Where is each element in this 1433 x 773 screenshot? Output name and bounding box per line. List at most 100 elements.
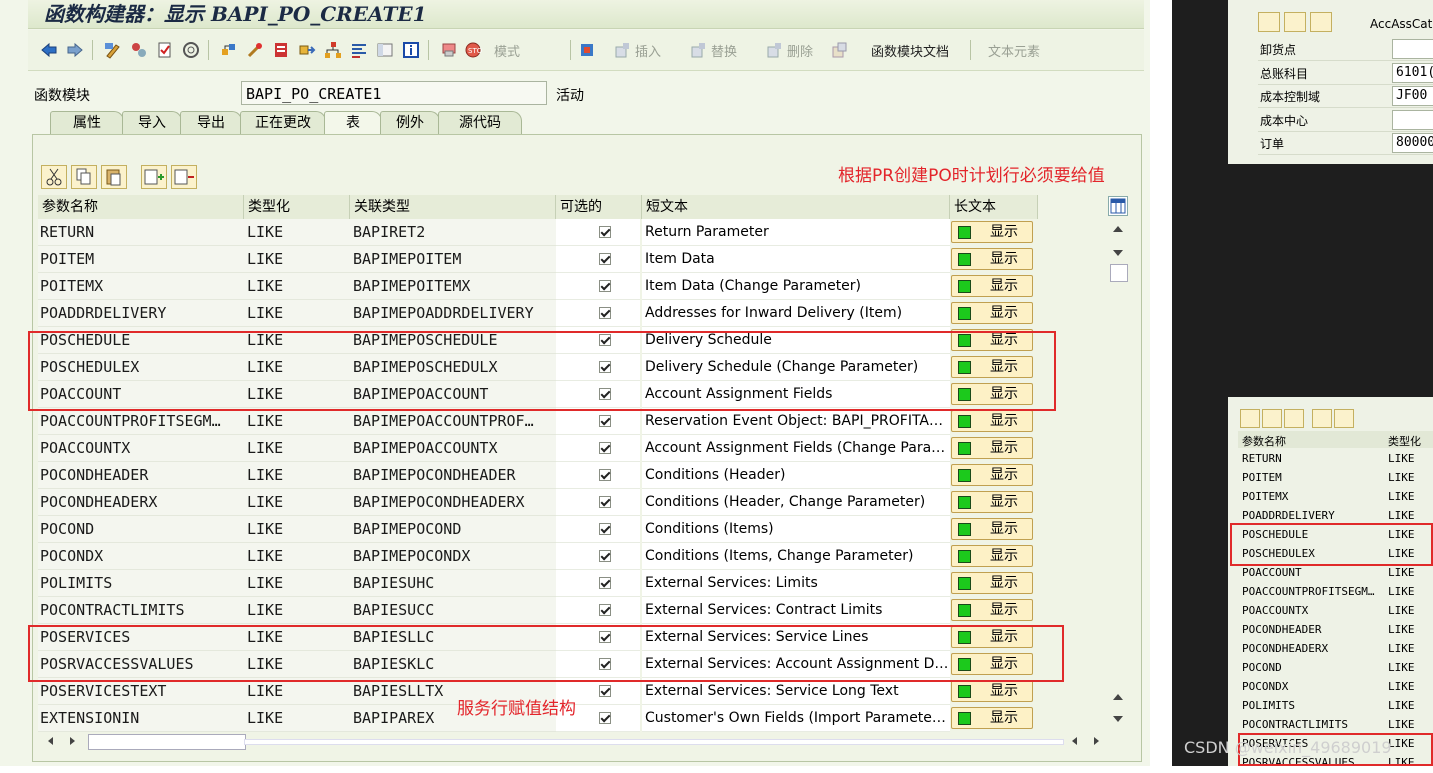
mini-param-typing[interactable]: LIKE <box>1388 566 1415 579</box>
optional-checkbox[interactable] <box>599 226 611 238</box>
optional-checkbox[interactable] <box>599 496 611 508</box>
mini-param-typing[interactable]: LIKE <box>1388 661 1415 674</box>
h-scroll-thumb[interactable] <box>88 734 246 750</box>
mini-copy-icon[interactable] <box>1262 409 1282 428</box>
mini-paste-icon[interactable] <box>1284 409 1304 428</box>
param-name[interactable]: POCONTRACTLIMITS <box>38 597 244 624</box>
param-typing[interactable]: LIKE <box>244 219 350 246</box>
param-short-text[interactable]: External Services: Contract Limits <box>642 597 950 624</box>
mini-param-name[interactable]: POITEM <box>1242 471 1282 484</box>
delete-button[interactable]: 删除 <box>754 39 824 61</box>
optional-checkbox[interactable] <box>599 577 611 589</box>
header-long-text[interactable]: 长文本 <box>950 195 1038 219</box>
param-typing[interactable]: LIKE <box>244 246 350 273</box>
scroll-down-icon[interactable] <box>1113 250 1123 256</box>
tab-tables[interactable]: 表 <box>324 111 382 135</box>
mini-param-typing[interactable]: LIKE <box>1388 452 1415 465</box>
param-name[interactable]: POCONDHEADER <box>38 462 244 489</box>
mini-table-row[interactable]: RETURN LIKE <box>1238 450 1433 469</box>
tab-attributes[interactable]: 属性 <box>50 111 124 134</box>
mini-param-name[interactable]: POLIMITS <box>1242 699 1295 712</box>
replace-button[interactable]: 替换 <box>678 39 748 61</box>
param-ref-type[interactable]: BAPIMEPOCONDX <box>350 543 556 570</box>
param-name[interactable]: POACCOUNTX <box>38 435 244 462</box>
param-short-text[interactable]: Conditions (Header, Change Parameter) <box>642 489 950 516</box>
check-icon[interactable] <box>154 39 176 61</box>
tree-icon[interactable] <box>1310 12 1332 32</box>
mini-param-typing[interactable]: LIKE <box>1388 699 1415 712</box>
optional-checkbox[interactable] <box>599 469 611 481</box>
param-short-text[interactable]: Conditions (Header) <box>642 462 950 489</box>
optional-checkbox[interactable] <box>599 280 611 292</box>
param-ref-type[interactable]: BAPIMEPOITEMX <box>350 273 556 300</box>
scroll-up-bottom-icon[interactable] <box>1113 694 1123 700</box>
activate-icon[interactable] <box>128 39 150 61</box>
table-row[interactable]: POLIMITS LIKE BAPIESUHC External Services: … <box>38 570 1038 597</box>
show-long-text-button[interactable]: 显示 <box>951 248 1033 270</box>
mini-table-row[interactable]: POLIMITS LIKE <box>1238 697 1433 716</box>
param-short-text[interactable]: Addresses for Inward Delivery (Item) <box>642 300 950 327</box>
param-typing[interactable]: LIKE <box>244 678 350 705</box>
param-name[interactable]: RETURN <box>38 219 244 246</box>
param-short-text[interactable]: Conditions (Items) <box>642 516 950 543</box>
vertical-scrollbar[interactable] <box>1108 196 1128 735</box>
optional-checkbox[interactable] <box>599 604 611 616</box>
mini-param-typing[interactable]: LIKE <box>1388 585 1415 598</box>
navigation-icon[interactable] <box>296 39 318 61</box>
mini-param-typing[interactable]: LIKE <box>1388 509 1415 522</box>
param-ref-type[interactable]: BAPIMEPOACCOUNTPROF… <box>350 408 556 435</box>
delete-row-icon[interactable] <box>171 165 197 189</box>
show-long-text-button[interactable]: 显示 <box>951 572 1033 594</box>
show-long-text-button[interactable]: 显示 <box>951 680 1033 702</box>
header-ref-type[interactable]: 关联类型 <box>350 195 556 219</box>
table-row[interactable]: POCONTRACTLIMITS LIKE BAPIESUCC External Se… <box>38 597 1038 624</box>
tab-source-code[interactable]: 源代码 <box>438 111 522 134</box>
param-typing[interactable]: LIKE <box>244 273 350 300</box>
param-short-text[interactable]: Account Assignment Fields (Change Parame… <box>642 435 950 462</box>
cut-icon[interactable] <box>41 165 67 189</box>
function-module-field[interactable]: BAPI_PO_CREATE1 <box>241 81 547 105</box>
param-typing[interactable]: LIKE <box>244 435 350 462</box>
breakpoint-icon[interactable]: STO <box>462 39 484 61</box>
table-row[interactable]: POACCOUNTPROFITSEGM… LIKE BAPIMEPOACCOUNTP… <box>38 408 1038 435</box>
mini-param-name[interactable]: POCONDHEADERX <box>1242 642 1328 655</box>
table-row[interactable]: POCOND LIKE BAPIMEPOCOND Conditions (Items)… <box>38 516 1038 543</box>
show-long-text-button[interactable]: 显示 <box>951 599 1033 621</box>
mini-param-typing[interactable]: LIKE <box>1388 490 1415 503</box>
show-long-text-button[interactable]: 显示 <box>951 545 1033 567</box>
mini-table-row[interactable]: POITEM LIKE <box>1238 469 1433 488</box>
back-icon[interactable] <box>38 39 60 61</box>
param-short-text[interactable]: Return Parameter <box>642 219 950 246</box>
mini-param-name[interactable]: POCONDHEADER <box>1242 623 1321 636</box>
account-field-input[interactable]: 6101( <box>1392 62 1433 83</box>
optional-checkbox[interactable] <box>599 685 611 697</box>
optional-checkbox[interactable] <box>599 523 611 535</box>
show-long-text-button[interactable]: 显示 <box>951 464 1033 486</box>
table-row[interactable]: POADDRDELIVERY LIKE BAPIMEPOADDRDELIVERY Ad… <box>38 300 1038 327</box>
tab-exceptions[interactable]: 例外 <box>380 111 440 134</box>
param-ref-type[interactable]: BAPIMEPOADDRDELIVERY <box>350 300 556 327</box>
pretty-printer-icon[interactable] <box>348 39 370 61</box>
account-field-input[interactable]: 80000 <box>1392 133 1433 153</box>
show-long-text-button[interactable]: 显示 <box>951 410 1033 432</box>
table-row[interactable]: RETURN LIKE BAPIRET2 Return Parameter 显示 <box>38 219 1038 246</box>
table-row[interactable]: POACCOUNTX LIKE BAPIMEPOACCOUNTX Account As… <box>38 435 1038 462</box>
param-typing[interactable]: LIKE <box>244 408 350 435</box>
mini-table-row[interactable]: POCOND LIKE <box>1238 659 1433 678</box>
tab-export[interactable]: 导出 <box>180 111 242 134</box>
mini-table-row[interactable]: POCONDX LIKE <box>1238 678 1433 697</box>
column-config-icon[interactable] <box>1108 196 1128 216</box>
mini-table-row[interactable]: POCONDHEADERX LIKE <box>1238 640 1433 659</box>
show-long-text-button[interactable]: 显示 <box>951 437 1033 459</box>
mini-param-name[interactable]: POITEMX <box>1242 490 1288 503</box>
param-short-text[interactable]: Conditions (Items, Change Parameter) <box>642 543 950 570</box>
param-short-text[interactable]: Customer's Own Fields (Import Parameters… <box>642 705 950 732</box>
mini-param-name[interactable]: POCONDX <box>1242 680 1288 693</box>
param-name[interactable]: POADDRDELIVERY <box>38 300 244 327</box>
mini-param-name[interactable]: POCOND <box>1242 661 1282 674</box>
param-name[interactable]: POACCOUNTPROFITSEGM… <box>38 408 244 435</box>
edit-icon[interactable] <box>1284 12 1306 32</box>
param-ref-type[interactable]: BAPIMEPOCONDHEADERX <box>350 489 556 516</box>
stack-icon[interactable] <box>438 39 460 61</box>
mode-button[interactable]: 模式 <box>490 39 524 61</box>
